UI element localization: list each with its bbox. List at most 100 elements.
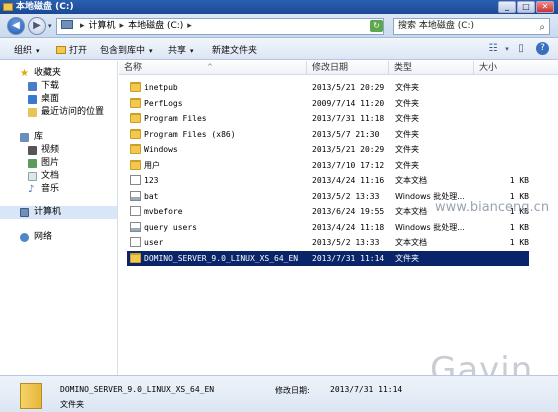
help-icon[interactable]: ?: [536, 42, 549, 55]
nav-desktop-label: 桌面: [41, 94, 60, 104]
nav-pictures-label: 图片: [41, 158, 60, 168]
column-date-label: 修改日期: [312, 63, 349, 73]
view-options-icon[interactable]: ☷: [486, 42, 500, 56]
file-row[interactable]: PerfLogs 2009/7/14 11:20 文件夹: [127, 96, 529, 111]
nav-videos[interactable]: 视频: [0, 144, 117, 157]
file-type: 文本文档: [395, 207, 427, 216]
new-folder-label: 新建文件夹: [212, 46, 258, 56]
file-name: inetpub: [144, 83, 178, 92]
folder-icon: [130, 128, 141, 139]
folder-icon: [130, 113, 141, 123]
file-date: 2013/7/31 11:14: [312, 253, 385, 263]
nav-pictures[interactable]: 图片: [0, 157, 117, 170]
file-name: Windows: [144, 145, 178, 154]
file-name: mvbefore: [144, 207, 183, 216]
videos-icon: [28, 146, 37, 155]
search-input[interactable]: 搜索 本地磁盘 (C:) ⌕: [393, 18, 550, 35]
breadcrumb-arrow-icon[interactable]: ▸: [80, 21, 85, 31]
folder-icon: [130, 82, 141, 92]
forward-button[interactable]: ▶: [28, 17, 46, 35]
file-row[interactable]: user 2013/5/2 13:33 文本文档 1 KB: [127, 235, 529, 250]
file-row[interactable]: DOMINO_SERVER_9.0_LINUX_XS_64_EN 2013/7/3…: [127, 250, 529, 266]
nav-computer-label: 计算机: [34, 207, 62, 217]
batch-file-icon: [130, 190, 141, 201]
file-row[interactable]: Program Files (x86) 2013/5/7 21:30 文件夹: [127, 127, 529, 142]
share-button[interactable]: 共享 ▾: [168, 43, 194, 56]
breadcrumb-arrow-icon[interactable]: ▸: [120, 21, 125, 31]
address-bar-row: ◀ ▶ ▾ ▸计算机▸本地磁盘 (C:)▸ ▾ ↻ 搜索 本地磁盘 (C:) ⌕: [0, 14, 558, 38]
organize-button[interactable]: 组织 ▾: [14, 43, 40, 56]
file-row[interactable]: Program Files 2013/7/31 11:18 文件夹: [127, 111, 529, 126]
file-row[interactable]: query users 2013/4/24 11:18 Windows 批处理...…: [127, 220, 529, 235]
refresh-button[interactable]: ↻: [370, 20, 383, 32]
recent-pages-dropdown[interactable]: ▾: [48, 22, 52, 30]
maximize-button[interactable]: □: [517, 1, 535, 13]
file-row[interactable]: Windows 2013/5/21 20:29 文件夹: [127, 142, 529, 157]
details-date-label: 修改日期:: [275, 386, 310, 395]
column-header-name[interactable]: 名称 ^: [119, 61, 307, 75]
computer-icon: [20, 208, 29, 217]
search-placeholder: 搜索 本地磁盘 (C:): [398, 21, 475, 31]
search-icon[interactable]: ⌕: [539, 20, 545, 35]
open-button[interactable]: 打开: [56, 43, 87, 56]
folder-icon: [20, 383, 42, 409]
file-type: 文件夹: [395, 145, 419, 154]
file-name: DOMINO_SERVER_9.0_LINUX_XS_64_EN: [144, 253, 299, 263]
nav-network-label: 网络: [34, 232, 53, 242]
back-button[interactable]: ◀: [7, 17, 25, 35]
column-type-label: 类型: [394, 63, 413, 73]
chevron-down-icon: ▾: [190, 47, 194, 55]
breadcrumb-local-disk[interactable]: 本地磁盘 (C:): [128, 21, 183, 31]
file-type: Windows 批处理...: [395, 222, 465, 232]
column-header-date[interactable]: 修改日期: [307, 61, 389, 75]
sort-arrow-icon: ^: [207, 63, 213, 71]
file-type: 文件夹: [395, 83, 419, 92]
batch-file-icon: [130, 221, 141, 232]
folder-icon: [130, 97, 141, 108]
nav-recent-label: 最近访问的位置: [41, 107, 105, 117]
file-name: Program Files: [144, 114, 207, 123]
breadcrumb-computer[interactable]: 计算机: [89, 21, 116, 31]
nav-videos-label: 视频: [41, 145, 60, 155]
file-date: 2013/5/21 20:29: [312, 145, 385, 154]
nav-music-label: 音乐: [41, 184, 60, 194]
nav-libraries[interactable]: 库: [0, 131, 117, 144]
nav-computer[interactable]: 计算机: [0, 206, 117, 219]
file-date: 2013/5/2 13:33: [312, 191, 380, 201]
file-row[interactable]: inetpub 2013/5/21 20:29 文件夹: [127, 80, 529, 95]
details-name: DOMINO_SERVER_9.0_LINUX_XS_64_EN: [60, 385, 215, 394]
new-folder-button[interactable]: 新建文件夹: [212, 43, 257, 56]
column-header-type[interactable]: 类型: [389, 61, 474, 75]
column-header-size[interactable]: 大小: [474, 61, 558, 75]
share-label: 共享: [168, 46, 187, 56]
breadcrumb-arrow-icon[interactable]: ▸: [187, 21, 192, 31]
nav-downloads-label: 下载: [41, 81, 60, 91]
preview-pane-icon[interactable]: ▯: [514, 42, 528, 56]
file-row[interactable]: 用户 2013/7/10 17:12 文件夹: [127, 158, 529, 173]
include-in-library-button[interactable]: 包含到库中 ▾: [100, 43, 153, 56]
folder-icon: [130, 252, 141, 263]
nav-desktop[interactable]: 桌面: [0, 93, 117, 106]
file-list-pane: 名称 ^ 修改日期 类型 大小 inetpub 2013/5/21 20:29 文件夹…: [119, 61, 558, 375]
nav-downloads[interactable]: 下载: [0, 80, 117, 93]
nav-network[interactable]: 网络: [0, 231, 117, 244]
watermark-url: www.bianceng.cn: [435, 200, 550, 215]
nav-music[interactable]: ♪ 音乐: [0, 183, 117, 196]
nav-libraries-label: 库: [34, 132, 44, 142]
text-file-icon: [130, 206, 141, 216]
chevron-down-icon[interactable]: ▾: [500, 42, 514, 56]
nav-documents-label: 文档: [41, 171, 60, 181]
nav-favorites[interactable]: ★ 收藏夹: [0, 67, 117, 80]
nav-documents[interactable]: 文档: [0, 170, 117, 183]
file-date: 2013/4/24 11:18: [312, 222, 385, 232]
file-type: 文件夹: [395, 160, 419, 170]
minimize-button[interactable]: _: [498, 1, 516, 13]
nav-recent-places[interactable]: 最近访问的位置: [0, 106, 117, 119]
close-button[interactable]: ✕: [536, 1, 554, 13]
file-row[interactable]: 123 2013/4/24 11:16 文本文档 1 KB: [127, 173, 529, 188]
address-field[interactable]: ▸计算机▸本地磁盘 (C:)▸ ▾: [56, 18, 384, 35]
file-date: 2013/6/24 19:55: [312, 207, 385, 216]
file-name: PerfLogs: [144, 98, 183, 108]
text-file-icon: [130, 175, 141, 185]
nav-favorites-label: 收藏夹: [34, 68, 62, 78]
